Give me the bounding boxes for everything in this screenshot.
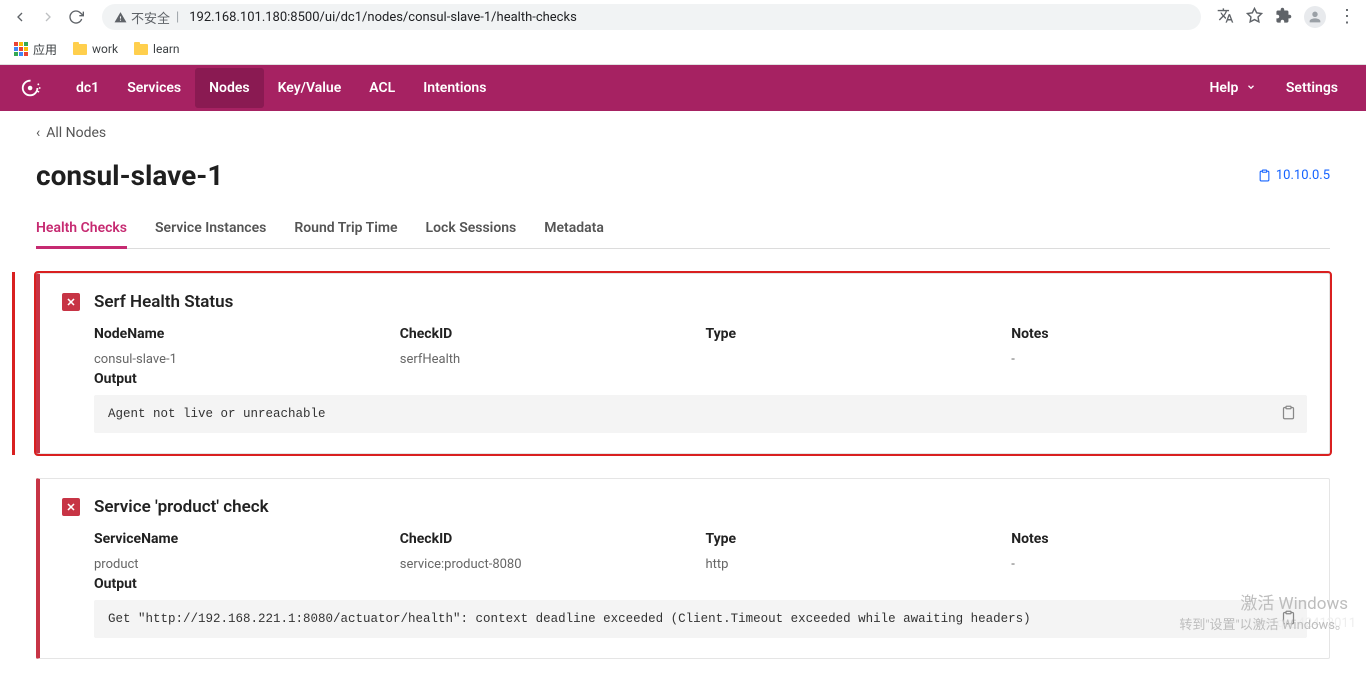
- label-servicename: ServiceName: [94, 531, 390, 547]
- clipboard-icon: [1281, 405, 1296, 420]
- label-output: Output: [94, 371, 1307, 387]
- label-checkid: CheckID: [400, 531, 696, 547]
- value-type: [706, 352, 1002, 367]
- address-bar[interactable]: 不安全 | 192.168.101.180:8500/ui/dc1/nodes/…: [102, 4, 1201, 30]
- help-label: Help: [1209, 80, 1238, 96]
- output-text: Get "http://192.168.221.1:8080/actuator/…: [108, 612, 1031, 626]
- output-box: Agent not live or unreachable: [94, 395, 1307, 433]
- bookmarks-bar: 应用 work learn: [0, 34, 1366, 64]
- chevron-left-icon: ‹: [36, 125, 40, 141]
- value-notes: -: [1011, 557, 1307, 572]
- label-type: Type: [706, 531, 1002, 547]
- insecure-indicator: 不安全 |: [114, 8, 181, 27]
- output-text: Agent not live or unreachable: [108, 407, 326, 421]
- apps-shortcut[interactable]: 应用: [14, 41, 57, 58]
- app-header: dc1 Services Nodes Key/Value ACL Intenti…: [0, 65, 1366, 111]
- extensions-icon[interactable]: [1275, 7, 1292, 28]
- bookmark-work[interactable]: work: [73, 42, 118, 56]
- value-checkid: service:product-8080: [400, 557, 696, 572]
- nav-intentions[interactable]: Intentions: [409, 68, 500, 108]
- ip-text: 10.10.0.5: [1276, 168, 1330, 183]
- value-nodename: consul-slave-1: [94, 352, 390, 367]
- value-notes: -: [1011, 352, 1307, 367]
- datacenter-switcher[interactable]: dc1: [62, 68, 113, 108]
- clipboard-icon: [1258, 169, 1271, 182]
- star-icon[interactable]: [1246, 7, 1263, 28]
- browser-chrome: 不安全 | 192.168.101.180:8500/ui/dc1/nodes/…: [0, 0, 1366, 65]
- status-critical-icon: ✕: [62, 498, 80, 516]
- dc-label: dc1: [76, 80, 99, 96]
- card-header: ✕ Serf Health Status: [62, 292, 1307, 312]
- value-servicename: product: [94, 557, 390, 572]
- tab-round-trip-time[interactable]: Round Trip Time: [294, 210, 397, 248]
- value-checkid: serfHealth: [400, 352, 696, 367]
- insecure-label: 不安全: [131, 8, 170, 27]
- translate-icon[interactable]: [1217, 7, 1234, 28]
- label-notes: Notes: [1011, 326, 1307, 342]
- health-check-card: ✕ Serf Health Status NodeName CheckID Ty…: [36, 273, 1330, 454]
- label-nodename: NodeName: [94, 326, 390, 342]
- browser-actions: ⋮: [1217, 6, 1356, 28]
- copy-output-button[interactable]: [1281, 610, 1297, 626]
- consul-logo-icon[interactable]: [20, 77, 42, 99]
- card-header: ✕ Service 'product' check: [62, 497, 1307, 517]
- address-url: 192.168.101.180:8500/ui/dc1/nodes/consul…: [189, 10, 577, 25]
- nav-nodes[interactable]: Nodes: [195, 68, 263, 108]
- check-title: Service 'product' check: [94, 497, 269, 517]
- label-output: Output: [94, 576, 1307, 592]
- bookmark-label: work: [92, 42, 118, 56]
- forward-button[interactable]: [38, 7, 58, 27]
- nav-settings[interactable]: Settings: [1278, 68, 1346, 108]
- browser-toolbar: 不安全 | 192.168.101.180:8500/ui/dc1/nodes/…: [0, 0, 1366, 34]
- label-notes: Notes: [1011, 531, 1307, 547]
- check-details-grid: NodeName CheckID Type Notes consul-slave…: [94, 326, 1307, 367]
- check-details-grid: ServiceName CheckID Type Notes product s…: [94, 531, 1307, 572]
- nav-acl[interactable]: ACL: [355, 68, 409, 108]
- help-menu[interactable]: Help: [1201, 68, 1263, 108]
- page-title: consul-slave-1: [36, 159, 223, 192]
- apps-icon: [14, 42, 28, 56]
- tab-service-instances[interactable]: Service Instances: [155, 210, 266, 248]
- breadcrumb-back[interactable]: ‹ All Nodes: [36, 125, 1330, 141]
- page-content: ‹ All Nodes consul-slave-1 10.10.0.5 Hea…: [0, 111, 1366, 697]
- health-check-card: ✕ Service 'product' check ServiceName Ch…: [36, 478, 1330, 659]
- warning-icon: [114, 11, 127, 24]
- reload-button[interactable]: [66, 7, 86, 27]
- label-checkid: CheckID: [400, 326, 696, 342]
- tab-lock-sessions[interactable]: Lock Sessions: [426, 210, 517, 248]
- tabs: Health Checks Service Instances Round Tr…: [36, 210, 1330, 249]
- tab-metadata[interactable]: Metadata: [544, 210, 604, 248]
- nav-services[interactable]: Services: [113, 68, 195, 108]
- back-button[interactable]: [10, 7, 30, 27]
- apps-label: 应用: [33, 41, 57, 58]
- bookmark-label: learn: [153, 42, 180, 56]
- bookmark-learn[interactable]: learn: [134, 42, 180, 56]
- profile-avatar[interactable]: [1304, 6, 1326, 28]
- check-title: Serf Health Status: [94, 292, 233, 312]
- chevron-down-icon: [1246, 82, 1256, 92]
- page-header: consul-slave-1 10.10.0.5: [36, 159, 1330, 192]
- nav-keyvalue[interactable]: Key/Value: [264, 68, 356, 108]
- folder-icon: [73, 44, 87, 55]
- output-box: Get "http://192.168.221.1:8080/actuator/…: [94, 600, 1307, 638]
- breadcrumb-label: All Nodes: [46, 125, 106, 141]
- folder-icon: [134, 44, 148, 55]
- label-type: Type: [706, 326, 1002, 342]
- browser-menu-button[interactable]: ⋮: [1338, 8, 1356, 26]
- tab-health-checks[interactable]: Health Checks: [36, 210, 127, 248]
- value-type: http: [706, 557, 1002, 572]
- copy-output-button[interactable]: [1281, 405, 1297, 421]
- copy-ip-button[interactable]: 10.10.0.5: [1258, 168, 1330, 183]
- primary-nav: dc1 Services Nodes Key/Value ACL Intenti…: [62, 68, 1201, 108]
- status-critical-icon: ✕: [62, 293, 80, 311]
- secondary-nav: Help Settings: [1201, 68, 1346, 108]
- clipboard-icon: [1281, 610, 1296, 625]
